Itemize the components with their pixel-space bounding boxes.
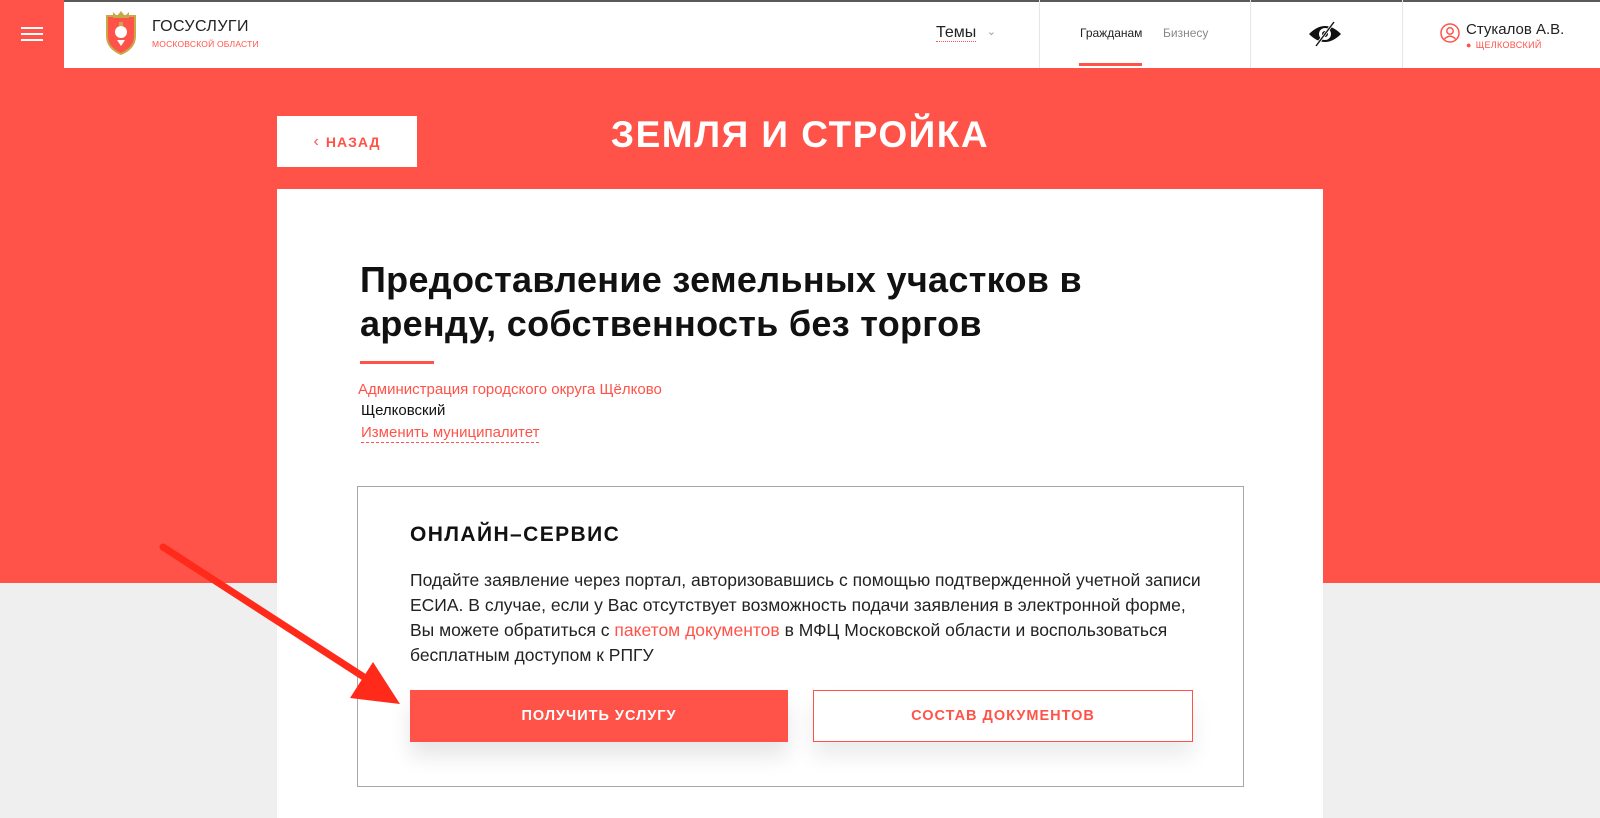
user-name[interactable]: Стукалов А.В.	[1466, 21, 1564, 38]
back-button-label: НАЗАД	[325, 133, 381, 150]
hamburger-menu-icon	[21, 27, 43, 41]
header-divider	[1039, 0, 1040, 68]
user-circle-icon[interactable]	[1440, 23, 1460, 43]
online-service-title: ОНЛАЙН–СЕРВИС	[410, 523, 621, 546]
user-location-label: ЩЕЛКОВСКИЙ	[1475, 40, 1542, 50]
documents-list-button[interactable]: СОСТАВ ДОКУМЕНТОВ	[813, 690, 1193, 742]
header-divider	[1250, 0, 1251, 68]
themes-label: Темы	[936, 24, 977, 42]
logo-subtitle: МОСКОВСКОЙ ОБЛАСТИ	[152, 38, 259, 49]
page-title: ЗЕМЛЯ И СТРОЙКА	[610, 114, 990, 155]
service-title: Предоставление земельных участков в арен…	[360, 259, 1082, 344]
tab-citizens[interactable]: Гражданам	[1080, 26, 1142, 40]
header-top-border	[0, 0, 1600, 2]
moscow-region-crest-icon	[106, 11, 136, 56]
active-tab-indicator	[1079, 63, 1142, 66]
title-accent-line	[360, 361, 434, 364]
change-municipality-link[interactable]: Изменить муниципалитет	[361, 424, 540, 443]
documents-package-link[interactable]: пакетом документов	[614, 620, 779, 640]
tab-business[interactable]: Бизнесу	[1163, 26, 1208, 40]
top-header: ГОСУСЛУГИ МОСКОВСКОЙ ОБЛАСТИ Темы ⌄ Граж…	[0, 0, 1600, 68]
municipality-name: Щелковский	[361, 402, 446, 419]
chevron-down-icon: ⌄	[986, 26, 996, 38]
themes-dropdown[interactable]: Темы ⌄	[936, 24, 996, 42]
agency-link[interactable]: Администрация городского округа Щёлково	[358, 381, 662, 398]
online-service-description: Подайте заявление через портал, авторизо…	[410, 568, 1210, 668]
menu-button[interactable]	[0, 0, 64, 68]
user-location[interactable]: ● ЩЕЛКОВСКИЙ	[1466, 40, 1542, 50]
location-pin-icon: ●	[1466, 40, 1472, 50]
visually-impaired-eye-icon[interactable]	[1307, 20, 1343, 48]
site-logo[interactable]: ГОСУСЛУГИ МОСКОВСКОЙ ОБЛАСТИ	[103, 10, 259, 56]
get-service-button[interactable]: ПОЛУЧИТЬ УСЛУГУ	[410, 690, 788, 742]
back-button[interactable]: ‹ НАЗАД	[277, 116, 417, 167]
logo-title: ГОСУСЛУГИ	[152, 17, 249, 35]
chevron-left-icon: ‹	[313, 132, 320, 150]
header-divider	[1402, 0, 1403, 68]
